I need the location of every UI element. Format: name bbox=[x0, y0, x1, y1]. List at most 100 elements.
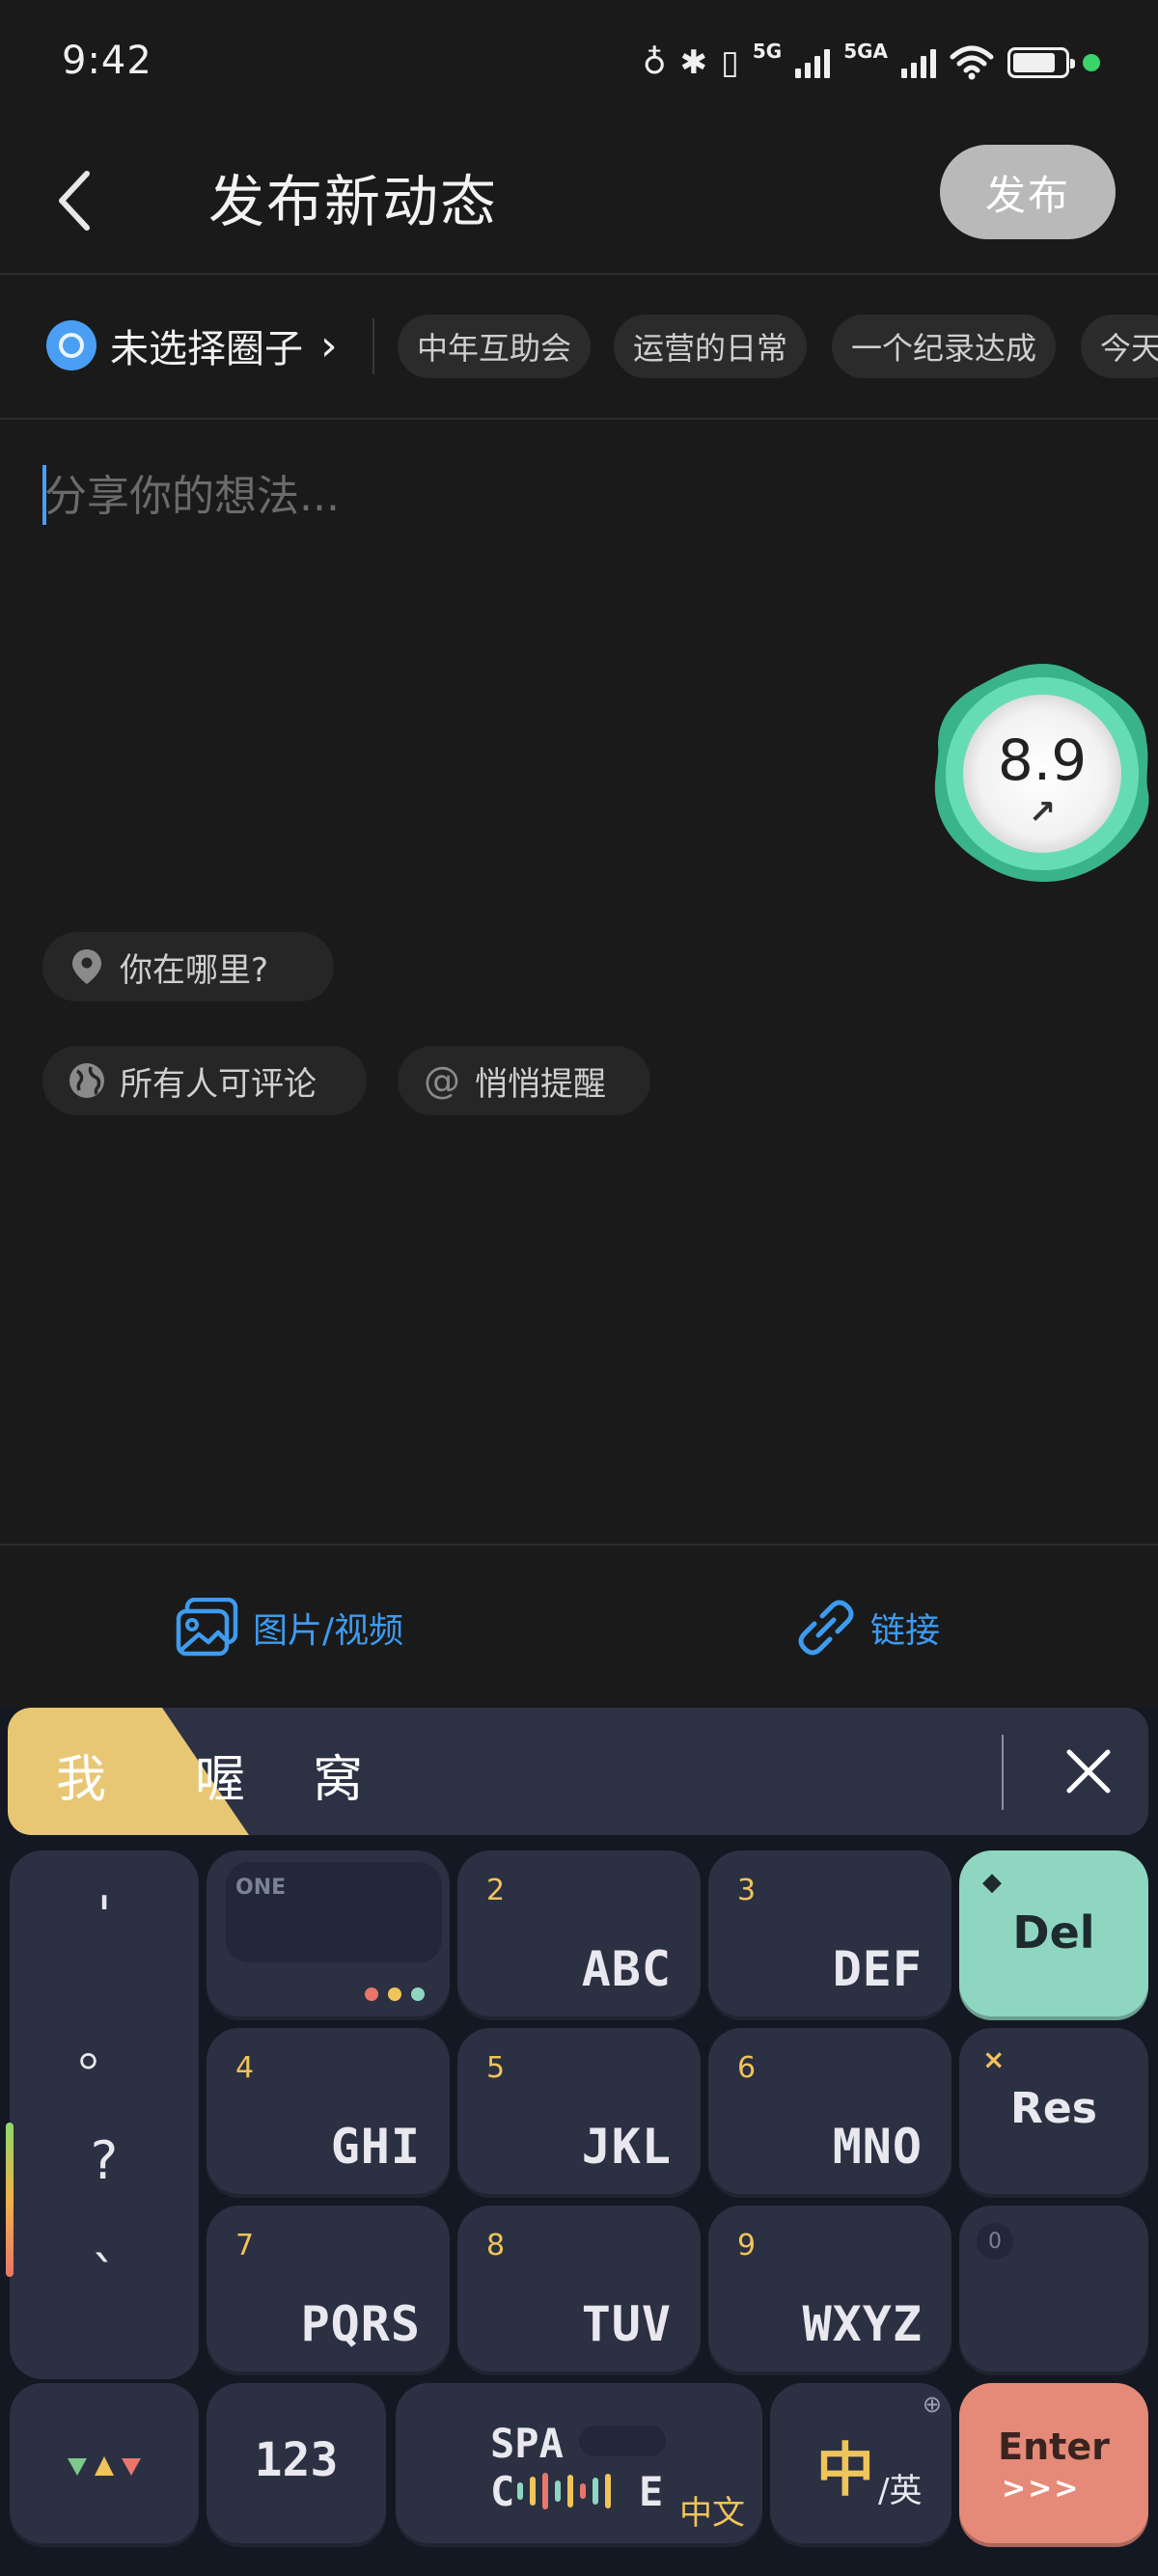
candidate-bar: 我 喔 窝 bbox=[8, 1708, 1148, 1835]
reset-label: Res bbox=[1010, 2084, 1097, 2133]
page-title: 发布新动态 bbox=[208, 169, 499, 234]
candidate-word[interactable]: 我 bbox=[56, 1739, 106, 1811]
dots-icon bbox=[365, 1987, 425, 2001]
key-number: 5 bbox=[486, 2051, 506, 2085]
location-button[interactable]: 你在哪里? bbox=[42, 932, 334, 1001]
reset-icon: × bbox=[982, 2043, 1006, 2075]
battery-icon bbox=[1007, 47, 1075, 78]
delete-key[interactable]: ◆ Del bbox=[959, 1850, 1148, 2020]
key-wxyz[interactable]: 9 WXYZ bbox=[708, 2206, 951, 2375]
punctuation-key[interactable]: ` bbox=[10, 2246, 199, 2307]
at-icon: @ bbox=[424, 1059, 460, 1102]
key-number: 4 bbox=[235, 2051, 255, 2085]
circle-select-button[interactable]: 未选择圈子 › bbox=[46, 316, 338, 374]
one-key[interactable]: ONE bbox=[207, 1850, 450, 2020]
key-letters: DEF bbox=[832, 1941, 923, 1997]
key-ghi[interactable]: 4 GHI bbox=[207, 2028, 450, 2198]
one-label: ONE bbox=[235, 1876, 287, 1900]
key-letters: MNO bbox=[832, 2119, 923, 2175]
circle-select-label: 未选择圈子 bbox=[110, 327, 303, 371]
key-letters: TUV bbox=[581, 2296, 672, 2352]
close-icon bbox=[1066, 1749, 1111, 1794]
language-switch-key[interactable]: ⊕ 中 /英 bbox=[770, 2383, 951, 2547]
key-letters: GHI bbox=[330, 2119, 421, 2175]
key-letters: JKL bbox=[581, 2119, 672, 2175]
header: 发布新动态 发布 bbox=[0, 135, 1158, 275]
network-5ga-label: 5GA bbox=[843, 40, 888, 63]
circle-chip[interactable]: 中年互助会 bbox=[398, 315, 592, 378]
enter-label: Enter bbox=[998, 2425, 1110, 2468]
key-abc[interactable]: 2 ABC bbox=[457, 1850, 701, 2020]
enter-chevrons-icon: >>> bbox=[1002, 2472, 1081, 2506]
arrow-up-right-icon: ↗ bbox=[1028, 793, 1057, 832]
post-placeholder: 分享你的想法... bbox=[44, 472, 340, 521]
mention-label: 悄悄提醒 bbox=[475, 1064, 606, 1104]
enter-key[interactable]: Enter >>> bbox=[959, 2383, 1148, 2547]
media-button[interactable]: 图片/视频 bbox=[176, 1596, 403, 1659]
comment-permission-button[interactable]: 所有人可评论 bbox=[42, 1046, 367, 1115]
key-def[interactable]: 3 DEF bbox=[708, 1850, 951, 2020]
key-tuv[interactable]: 8 TUV bbox=[457, 2206, 701, 2375]
language-sub-label: /英 bbox=[878, 2472, 923, 2510]
chevron-left-icon bbox=[59, 171, 90, 231]
zero-key[interactable]: 0 bbox=[959, 2206, 1148, 2375]
post-text-input[interactable]: 分享你的想法... bbox=[42, 461, 1114, 529]
candidate-word[interactable]: 窝 bbox=[313, 1739, 363, 1811]
candidate-word[interactable]: 喔 bbox=[195, 1739, 245, 1811]
emoji-switch-key[interactable] bbox=[10, 2383, 199, 2547]
reset-key[interactable]: × Res bbox=[959, 2028, 1148, 2198]
key-jkl[interactable]: 5 JKL bbox=[457, 2028, 701, 2198]
bluetooth-icon: ✱ bbox=[679, 43, 708, 82]
privacy-indicator-dot bbox=[1083, 54, 1100, 71]
language-main-label: 中 bbox=[816, 2437, 874, 2505]
space-bar-pill bbox=[579, 2425, 666, 2456]
key-mno[interactable]: 6 MNO bbox=[708, 2028, 951, 2198]
status-icons: ♁ ✱ ▯ 5G 5GA bbox=[643, 39, 1100, 87]
close-candidates-button[interactable] bbox=[1050, 1733, 1127, 1810]
publish-button[interactable]: 发布 bbox=[940, 145, 1116, 239]
wifi-icon bbox=[950, 45, 994, 80]
signal-icon bbox=[795, 47, 831, 78]
signal-2-icon bbox=[901, 47, 936, 78]
key-number: 3 bbox=[737, 1874, 757, 1907]
punctuation-key[interactable]: ? bbox=[10, 2130, 199, 2191]
link-button[interactable]: 链接 bbox=[795, 1596, 940, 1659]
side-accent-bar bbox=[6, 2123, 14, 2277]
space-key[interactable]: SPA C E 中文 bbox=[396, 2383, 762, 2547]
key-letters: ABC bbox=[581, 1941, 672, 1997]
punctuation-key[interactable]: 。 bbox=[10, 2005, 199, 2081]
location-pin-icon bbox=[68, 947, 106, 986]
mention-button[interactable]: @ 悄悄提醒 bbox=[398, 1046, 650, 1115]
key-pqrs[interactable]: 7 PQRS bbox=[207, 2206, 450, 2375]
punctuation-key[interactable]: ' bbox=[10, 1885, 199, 1946]
image-icon bbox=[176, 1598, 238, 1657]
circle-chip[interactable]: 一个纪录达成 bbox=[832, 315, 1057, 378]
zero-label: 0 bbox=[977, 2223, 1013, 2260]
number-switch-key[interactable]: 123 bbox=[207, 2383, 386, 2547]
back-button[interactable] bbox=[39, 162, 116, 239]
globe-icon: ⊕ bbox=[922, 2391, 942, 2418]
score-floating-widget[interactable]: 8.9 ↗ bbox=[926, 658, 1158, 890]
headset-icon: ♁ bbox=[642, 43, 667, 82]
network-5g-label: 5G bbox=[752, 40, 783, 63]
score-value: 8.9 bbox=[997, 727, 1088, 793]
globe-icon bbox=[68, 1061, 106, 1100]
media-label: 图片/视频 bbox=[253, 1611, 404, 1651]
status-time: 9:42 bbox=[62, 39, 152, 83]
key-number: 2 bbox=[486, 1874, 506, 1907]
space-label-right: E bbox=[639, 2468, 664, 2515]
punctuation-column: ' 。 ? ` bbox=[10, 1850, 199, 2379]
space-label-left: C bbox=[490, 2468, 515, 2515]
radio-icon bbox=[46, 320, 96, 370]
circle-chip[interactable]: 今天 bbox=[1081, 315, 1158, 378]
number-switch-label: 123 bbox=[254, 2433, 339, 2487]
vibrate-icon: ▯ bbox=[721, 43, 739, 82]
shapes-icon bbox=[68, 2456, 141, 2476]
attachment-bar: 图片/视频 链接 bbox=[0, 1544, 1158, 1708]
circle-chip[interactable]: 运营的日常 bbox=[614, 315, 808, 378]
circle-selector-row: 未选择圈子 › 中年互助会 运营的日常 一个纪录达成 今天 bbox=[0, 289, 1158, 420]
space-language-label: 中文 bbox=[679, 2494, 745, 2533]
link-label: 链接 bbox=[870, 1611, 941, 1651]
sound-wave-icon bbox=[517, 2472, 611, 2510]
comment-permission-label: 所有人可评论 bbox=[120, 1064, 317, 1104]
